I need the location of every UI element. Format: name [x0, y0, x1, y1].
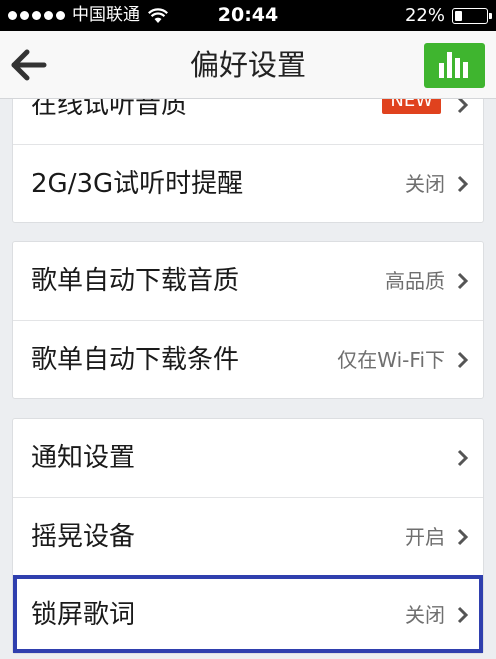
settings-group-misc: 通知设置 摇晃设备 开启 锁屏歌词 关闭 [12, 418, 484, 654]
setting-label: 歌单自动下载条件 [31, 345, 240, 375]
setting-label: 锁屏歌词 [31, 600, 136, 630]
chevron-right-icon [457, 606, 469, 624]
setting-label: 摇晃设备 [31, 522, 136, 552]
setting-label: 歌单自动下载音质 [31, 266, 240, 296]
chevron-right-icon [457, 99, 469, 114]
setting-value: 关闭 [405, 603, 445, 627]
settings-group-download: 歌单自动下载音质 高品质 歌单自动下载条件 仅在Wi-Fi下 [12, 241, 484, 399]
settings-group-audio: 在线试听音质 NEW 2G/3G试听时提醒 关闭 [12, 99, 484, 223]
chevron-right-icon [457, 175, 469, 193]
chart-button[interactable] [424, 43, 485, 88]
chevron-right-icon [457, 449, 469, 467]
setting-value: 关闭 [405, 172, 445, 196]
setting-label: 2G/3G试听时提醒 [31, 169, 244, 199]
battery-icon [452, 7, 492, 24]
chevron-right-icon [457, 351, 469, 369]
setting-row-download-condition[interactable]: 歌单自动下载条件 仅在Wi-Fi下 [13, 320, 483, 398]
setting-row-online-quality[interactable]: 在线试听音质 NEW [13, 99, 483, 144]
status-bar: 中国联通 20:44 22% [0, 0, 496, 31]
setting-row-shake-device[interactable]: 摇晃设备 开启 [13, 497, 483, 575]
settings-list: 在线试听音质 NEW 2G/3G试听时提醒 关闭 歌单自动下载音质 高品质 歌单… [0, 99, 496, 659]
setting-value: 高品质 [385, 269, 445, 293]
new-badge: NEW [382, 99, 441, 114]
setting-label: 在线试听音质 [31, 99, 188, 120]
chevron-right-icon [457, 272, 469, 290]
setting-row-download-quality[interactable]: 歌单自动下载音质 高品质 [13, 242, 483, 320]
setting-row-notifications[interactable]: 通知设置 [13, 419, 483, 497]
setting-label: 通知设置 [31, 443, 136, 473]
setting-row-3g-reminder[interactable]: 2G/3G试听时提醒 关闭 [13, 144, 483, 222]
page-title: 偏好设置 [189, 48, 306, 82]
setting-value: 仅在Wi-Fi下 [337, 348, 445, 372]
setting-row-lockscreen-lyrics[interactable]: 锁屏歌词 关闭 [13, 575, 483, 653]
setting-value: 开启 [405, 525, 445, 549]
bar-chart-icon [439, 52, 468, 78]
status-right: 22% [404, 0, 492, 31]
battery-fill [455, 10, 462, 21]
navigation-bar: 偏好设置 [0, 31, 496, 99]
battery-percent: 22% [404, 5, 445, 26]
chevron-right-icon [457, 528, 469, 546]
